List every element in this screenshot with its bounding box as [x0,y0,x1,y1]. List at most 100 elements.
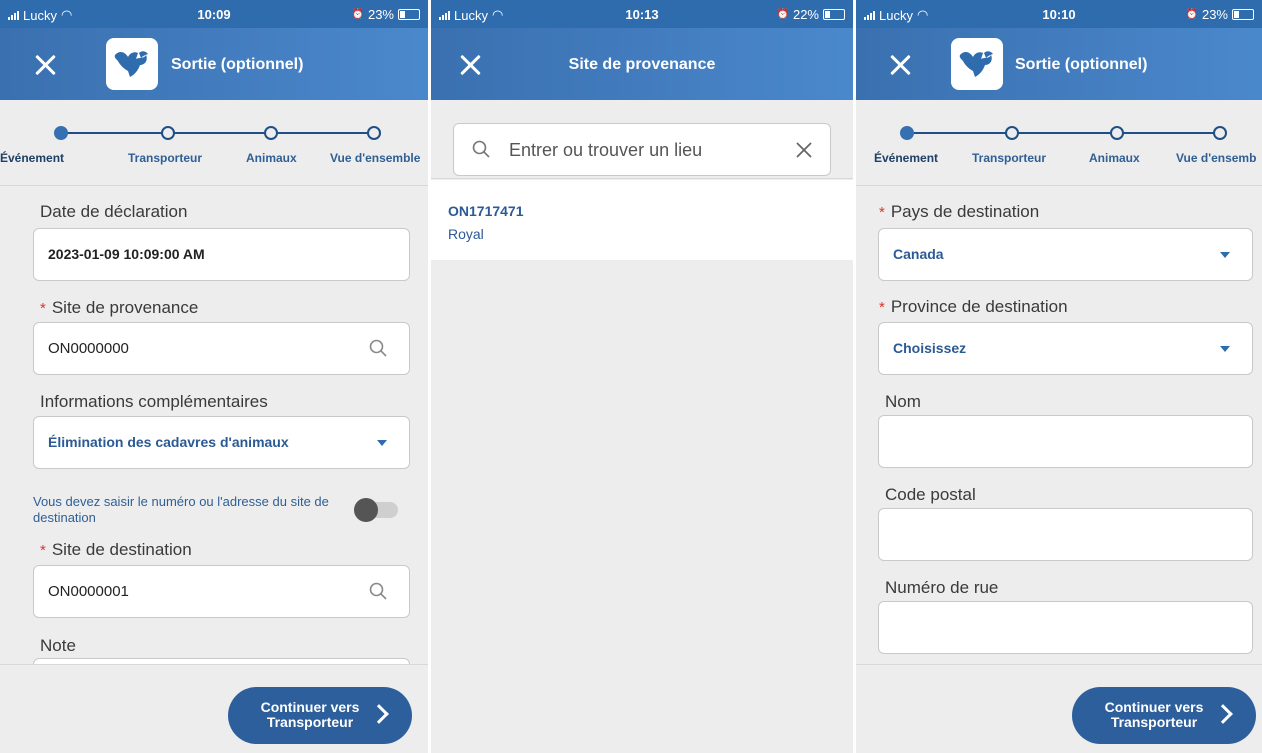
origin-value: ON0000000 [48,340,129,357]
country-value: Canada [893,246,944,262]
destination-label: Site de destination [51,540,192,559]
continue-button[interactable]: Continuer vers Transporteur [228,687,412,744]
country-label: Pays de destination [890,202,1040,221]
step-label-event[interactable]: Événement [874,151,938,165]
divider [431,178,853,179]
page-title: Site de provenance [568,56,716,73]
nav-bar: Sortie (optionnel) [0,28,428,100]
screen-destination-address: Lucky ◠ 10:10 ⏰ 23% Sortie (optionnel) É… [856,0,1262,753]
step-dot-4 [1213,126,1227,140]
origin-site-field[interactable]: ON0000000 [33,322,410,375]
alarm-icon: ⏰ [1185,9,1198,20]
step-label-carrier[interactable]: Transporteur [128,151,202,165]
toggle-knob [354,498,378,522]
step-label-animals[interactable]: Animaux [1089,151,1140,165]
battery-icon [823,9,845,20]
app-logo [951,38,1003,90]
required-marker: * [879,204,885,221]
battery-percent: 23% [1201,7,1228,22]
divider [856,185,1262,186]
step-label-carrier[interactable]: Transporteur [972,151,1046,165]
search-icon[interactable] [369,339,387,357]
info-label: Informations complémentaires [40,392,268,411]
chevron-right-icon [369,704,389,724]
page-title: Sortie (optionnel) [1015,56,1148,73]
required-marker: * [40,542,46,559]
continue-label: Continuer vers Transporteur [1104,699,1204,730]
battery-percent: 22% [792,7,819,22]
step-dot-1 [900,126,914,140]
step-dot-3 [264,126,278,140]
search-icon[interactable] [369,582,387,600]
chevron-down-icon [1220,252,1230,258]
close-icon[interactable] [34,54,56,76]
date-label: Date de déclaration [40,202,188,221]
screen-exit-event: Lucky ◠ 10:09 ⏰ 23% Sortie (optionnel) É… [0,0,428,753]
street-number-input[interactable] [878,601,1253,654]
continue-button[interactable]: Continuer vers Transporteur [1072,687,1256,744]
screen-site-search: Lucky ◠ 10:13 ⏰ 22% Site de provenance E… [431,0,853,753]
alarm-icon: ⏰ [776,9,789,20]
close-icon[interactable] [889,54,911,76]
date-field[interactable]: 2023-01-09 10:09:00 AM [33,228,410,281]
status-bar: Lucky ◠ 10:13 ⏰ 22% [431,0,853,28]
street-label: Numéro de rue [885,578,999,597]
stepper-line [914,132,1224,134]
province-label: Province de destination [890,297,1068,316]
result-site-name: Royal [448,226,484,242]
step-dot-4 [367,126,381,140]
step-label-overview[interactable]: Vue d'ensemb [1176,151,1256,165]
location-search-input[interactable]: Entrer ou trouver un lieu [453,123,831,176]
nav-bar: Sortie (optionnel) [856,28,1262,100]
toggle-hint: Vous devez saisir le numéro ou l'adresse… [33,494,329,525]
info-select[interactable]: Élimination des cadavres d'animaux [33,416,410,469]
step-dot-2 [1005,126,1019,140]
search-placeholder: Entrer ou trouver un lieu [509,140,703,160]
step-dot-2 [161,126,175,140]
name-input[interactable] [878,415,1253,468]
origin-label: Site de provenance [51,298,199,317]
progress-stepper: Événement Transporteur Animaux Vue d'ens… [0,100,428,185]
battery-icon [1232,9,1254,20]
chevron-right-icon [1213,704,1233,724]
country-select[interactable]: Canada [878,228,1253,281]
progress-stepper: Événement Transporteur Animaux Vue d'ens… [856,100,1262,185]
step-label-overview[interactable]: Vue d'ensemble [330,151,420,165]
clear-icon[interactable] [794,140,814,160]
animal-logo-icon [114,51,148,77]
date-value: 2023-01-09 10:09:00 AM [48,246,205,262]
chevron-down-icon [1220,346,1230,352]
battery-percent: 23% [367,7,394,22]
required-marker: * [879,299,885,316]
footer: Continuer vers Transporteur [0,664,428,753]
step-label-event[interactable]: Événement [0,151,64,165]
footer: Continuer vers Transporteur [856,664,1262,753]
battery-icon [398,9,420,20]
note-label: Note [40,636,76,655]
search-result-item[interactable]: ON1717471 Royal [431,180,853,260]
status-bar: Lucky ◠ 10:10 ⏰ 23% [856,0,1262,28]
divider [0,185,428,186]
page-title: Sortie (optionnel) [171,56,304,73]
name-label: Nom [885,392,921,411]
info-value: Élimination des cadavres d'animaux [48,434,289,450]
search-area: Entrer ou trouver un lieu [431,100,853,178]
required-marker: * [40,300,46,317]
result-site-id: ON1717471 [448,203,524,219]
continue-label: Continuer vers Transporteur [260,699,360,730]
postal-label: Code postal [885,485,976,504]
stepper-line [67,132,372,134]
postal-code-input[interactable] [878,508,1253,561]
province-select[interactable]: Choisissez [878,322,1253,375]
destination-site-field[interactable]: ON0000001 [33,565,410,618]
search-icon [472,140,490,158]
animal-logo-icon [959,51,993,77]
destination-value: ON0000001 [48,583,129,600]
province-value: Choisissez [893,340,967,356]
address-toggle[interactable] [354,498,398,522]
step-label-animals[interactable]: Animaux [246,151,297,165]
step-dot-1 [54,126,68,140]
nav-bar: Site de provenance [431,28,853,100]
app-logo [106,38,158,90]
step-dot-3 [1110,126,1124,140]
